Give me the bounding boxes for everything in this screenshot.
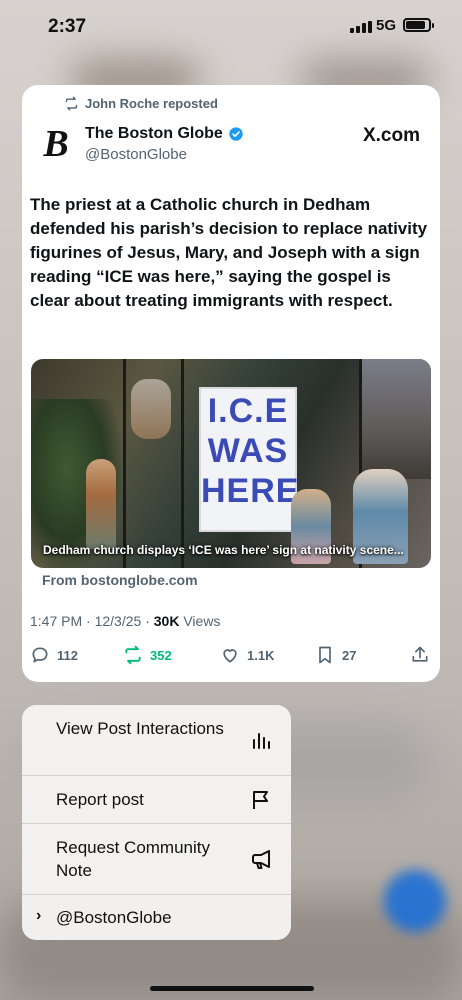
post-text: The priest at a Catholic church in Dedha…: [30, 195, 428, 310]
author-handle[interactable]: @BostonGlobe: [85, 146, 187, 163]
menu-item-boston-globe[interactable]: › @BostonGlobe: [22, 895, 291, 940]
heart-icon: [223, 649, 237, 663]
repost-count: 352: [150, 647, 172, 663]
compose-fab: [384, 870, 446, 932]
menu-item-label: @BostonGlobe: [56, 908, 172, 927]
reply-count: 112: [57, 647, 78, 663]
menu-item-report-post[interactable]: Report post: [22, 776, 291, 824]
ice-sign: I.C.E WAS HERE: [199, 387, 300, 532]
post-time: 1:47 PM: [30, 613, 83, 629]
reply-button[interactable]: 112: [30, 645, 78, 665]
status-bar: 2:37 5G: [0, 0, 462, 54]
like-count: 1.1K: [247, 647, 275, 663]
menu-item-view-post-interactions[interactable]: View Post Interactions: [22, 705, 291, 776]
menu-item-request-community-note[interactable]: Request Community Note: [22, 824, 291, 895]
network-type: 5G: [376, 17, 397, 34]
status-time: 2:37: [48, 16, 87, 37]
repost-indicator: John Roche reposted: [64, 96, 218, 111]
post-meta: 1:47 PM · 12/3/25 · 30K Views: [30, 613, 221, 629]
megaphone-icon: [252, 850, 270, 869]
views-count: 30K: [153, 613, 180, 629]
share-icon: [412, 646, 428, 662]
action-bar: 112 352 1.1K 27: [30, 645, 432, 667]
bar-chart-icon: [253, 733, 270, 749]
source-label: X.com: [362, 125, 420, 146]
menu-item-label: View Post Interactions: [56, 719, 224, 738]
signal-icon: [350, 21, 372, 33]
post-preview-card[interactable]: John Roche reposted B The Boston Globe @…: [22, 85, 440, 682]
repost-label: John Roche reposted: [85, 96, 218, 111]
menu-item-label: Report post: [56, 790, 144, 809]
battery-icon: [403, 18, 434, 32]
repost-icon: [65, 96, 78, 111]
chevron-right-icon: ›: [36, 907, 42, 924]
media-caption: Dedham church displays ‘ICE was here’ si…: [43, 543, 404, 557]
repost-button[interactable]: 352: [123, 645, 172, 665]
repost-icon: [125, 645, 141, 665]
bookmark-icon: [319, 646, 331, 664]
bookmark-button[interactable]: 27: [315, 645, 356, 665]
share-button[interactable]: [410, 645, 430, 665]
sign-text: I.C.E WAS HERE: [201, 392, 300, 510]
avatar[interactable]: B: [36, 123, 76, 165]
author-name[interactable]: The Boston Globe: [85, 125, 223, 143]
like-button[interactable]: 1.1K: [220, 645, 274, 665]
menu-item-label: Request Community Note: [56, 838, 211, 880]
post-media-image[interactable]: I.C.E WAS HERE Dedham church displays ‘I…: [31, 359, 431, 568]
bookmark-count: 27: [342, 647, 357, 663]
post-date: 12/3/25: [94, 613, 142, 629]
flag-icon: [253, 791, 268, 809]
author-name-row[interactable]: The Boston Globe: [85, 125, 244, 143]
reply-icon: [32, 647, 48, 663]
context-menu: View Post Interactions Report post Reque…: [22, 705, 291, 940]
verified-badge-icon: [229, 127, 243, 141]
views-label: Views: [183, 613, 221, 629]
home-indicator[interactable]: [150, 986, 314, 991]
link-source[interactable]: From bostonglobe.com: [42, 572, 198, 588]
